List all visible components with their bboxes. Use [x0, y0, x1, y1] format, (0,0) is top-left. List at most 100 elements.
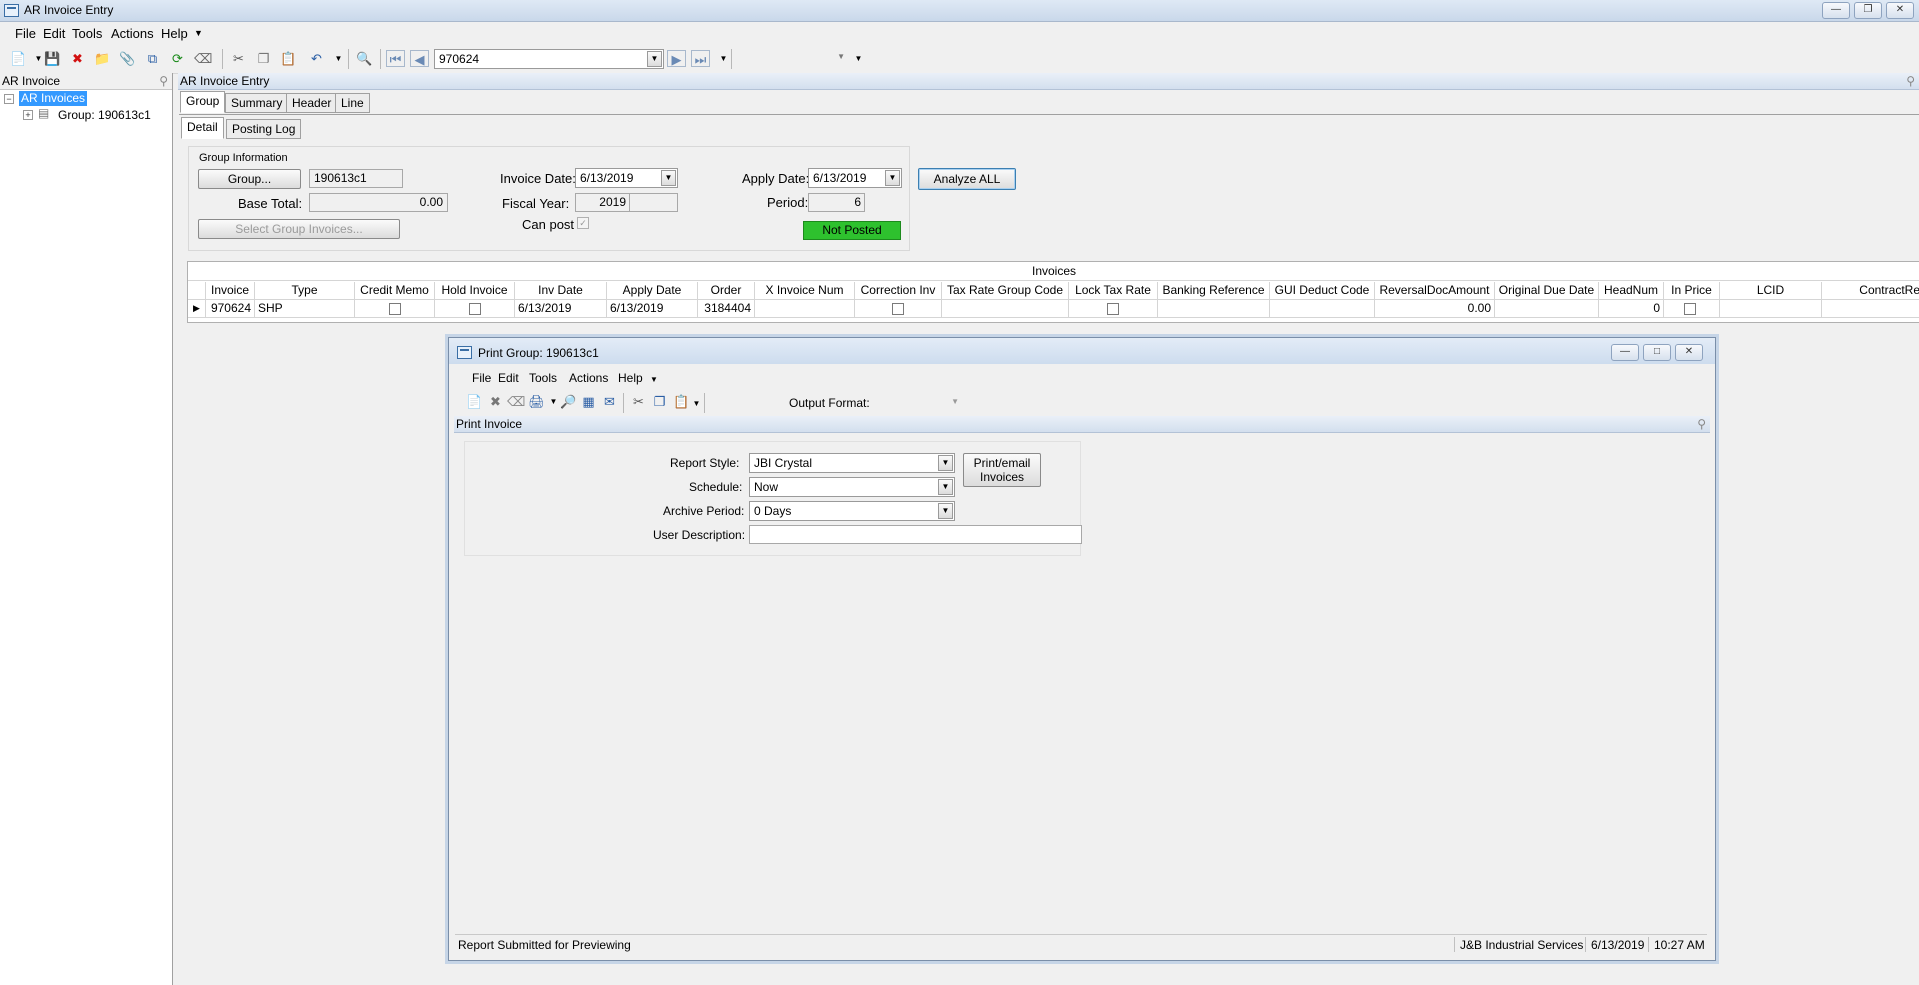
previous-record-icon[interactable]: ◀	[410, 50, 429, 67]
menu-overflow-icon[interactable]: ▼	[194, 28, 203, 38]
expand-icon[interactable]: +	[23, 110, 33, 120]
col-credit-memo[interactable]: Credit Memo	[355, 282, 435, 300]
toolbar-overflow-icon[interactable]: ▼	[850, 50, 867, 67]
delete-icon[interactable]: ✖	[69, 50, 86, 67]
dialog-menu-overflow-icon[interactable]: ▼	[650, 375, 658, 384]
chevron-down-icon[interactable]: ▼	[885, 170, 900, 186]
lock-tax-rate-checkbox[interactable]	[1107, 303, 1119, 315]
tab-group[interactable]: Group	[180, 91, 226, 113]
secondary-combo[interactable]: ▼	[737, 49, 849, 67]
col-banking-reference[interactable]: Banking Reference	[1158, 282, 1270, 300]
correction-inv-checkbox[interactable]	[892, 303, 904, 315]
next-record-icon[interactable]: ▶	[667, 50, 686, 67]
menu-help[interactable]: Help	[161, 26, 188, 41]
dialog-menu-file[interactable]: File	[472, 371, 491, 385]
cell-reversal-doc-amount[interactable]: 0.00	[1375, 300, 1495, 318]
record-key-combo[interactable]: 970624 ▼	[434, 49, 664, 69]
collapse-icon[interactable]: −	[4, 94, 14, 104]
new-icon[interactable]: 📄	[10, 50, 27, 67]
col-contract-ref[interactable]: ContractRe	[1822, 282, 1919, 300]
cut-icon[interactable]: ✂	[230, 50, 247, 67]
col-invoice[interactable]: Invoice	[206, 282, 255, 300]
dialog-menu-tools[interactable]: Tools	[529, 371, 557, 385]
chevron-down-icon[interactable]: ▼	[938, 479, 953, 495]
tab-summary[interactable]: Summary	[225, 93, 289, 113]
col-original-due-date[interactable]: Original Due Date	[1495, 282, 1599, 300]
chevron-down-icon[interactable]: ▼	[661, 170, 676, 186]
col-gui-deduct-code[interactable]: GUI Deduct Code	[1270, 282, 1375, 300]
cell-invoice[interactable]: 970624	[206, 300, 255, 318]
tree-root-ar-invoices[interactable]: AR Invoices	[19, 91, 88, 106]
chevron-down-icon[interactable]: ▼	[837, 52, 845, 61]
dialog-minimize-button[interactable]: —	[1611, 344, 1639, 361]
pin-icon[interactable]: ⚲	[159, 73, 168, 89]
paste-icon[interactable]: 📋	[280, 50, 297, 67]
dialog-maximize-button[interactable]: □	[1643, 344, 1671, 361]
print-preview-icon[interactable]: 🔎	[560, 393, 577, 410]
undo-dropdown-icon[interactable]: ▼	[330, 50, 347, 67]
chevron-down-icon[interactable]: ▼	[938, 455, 953, 471]
apply-date-picker[interactable]: 6/13/2019 ▼	[808, 168, 902, 188]
undo-icon[interactable]: ↶	[308, 50, 325, 67]
cell-order[interactable]: 3184404	[698, 300, 755, 318]
menu-tools[interactable]: Tools	[72, 26, 102, 41]
copy-record-icon[interactable]: ⧉	[144, 50, 161, 67]
printer-icon[interactable]: 🖨	[528, 393, 545, 410]
pin-icon[interactable]: ⚲	[1697, 416, 1706, 432]
restore-button[interactable]: ❐	[1854, 2, 1882, 19]
generate-icon[interactable]: ▦	[580, 393, 597, 410]
dialog-clear-icon[interactable]: ⌫	[507, 393, 525, 410]
archive-period-combo[interactable]: 0 Days ▼	[749, 501, 955, 521]
col-head-num[interactable]: HeadNum	[1599, 282, 1664, 300]
col-tax-rate-group-code[interactable]: Tax Rate Group Code	[942, 282, 1069, 300]
copy-icon[interactable]: ❐	[255, 50, 272, 67]
tab-header[interactable]: Header	[286, 93, 338, 113]
cell-in-price[interactable]	[1664, 300, 1720, 318]
row-selector-icon[interactable]: ▶	[188, 300, 206, 318]
chevron-down-icon[interactable]: ▼	[951, 397, 959, 406]
cell-correction-inv[interactable]	[855, 300, 942, 318]
analyze-all-button[interactable]: Analyze ALL	[918, 168, 1016, 190]
col-x-invoice-num[interactable]: X Invoice Num	[755, 282, 855, 300]
col-reversal-doc-amount[interactable]: ReversalDocAmount	[1375, 282, 1495, 300]
dialog-close-button[interactable]: ✕	[1675, 344, 1703, 361]
menu-file[interactable]: File	[15, 26, 36, 41]
save-icon[interactable]: 💾	[44, 50, 61, 67]
folder-icon[interactable]: 📁	[94, 50, 111, 67]
cell-credit-memo[interactable]	[355, 300, 435, 318]
chevron-down-icon[interactable]: ▼	[647, 51, 662, 67]
dialog-paste-dropdown-icon[interactable]: ▼	[688, 395, 705, 412]
cell-apply-date[interactable]: 6/13/2019	[607, 300, 698, 318]
dialog-copy-icon[interactable]: ❐	[651, 393, 668, 410]
last-record-icon[interactable]: ⏭	[691, 50, 710, 67]
col-apply-date[interactable]: Apply Date	[607, 282, 698, 300]
cell-banking-reference[interactable]	[1158, 300, 1270, 318]
col-hold-invoice[interactable]: Hold Invoice	[435, 282, 515, 300]
col-type[interactable]: Type	[255, 282, 355, 300]
col-in-price[interactable]: In Price	[1664, 282, 1720, 300]
tab-posting-log[interactable]: Posting Log	[226, 119, 302, 139]
report-style-combo[interactable]: JBI Crystal ▼	[749, 453, 955, 473]
menu-edit[interactable]: Edit	[43, 26, 65, 41]
menu-actions[interactable]: Actions	[111, 26, 154, 41]
refresh-icon[interactable]: ⟳	[169, 50, 186, 67]
hold-invoice-checkbox[interactable]	[469, 303, 481, 315]
col-lock-tax-rate[interactable]: Lock Tax Rate	[1069, 282, 1158, 300]
pin-icon[interactable]: ⚲	[1906, 73, 1915, 89]
cell-inv-date[interactable]: 6/13/2019	[515, 300, 607, 318]
select-group-invoices-button[interactable]: Select Group Invoices...	[198, 219, 400, 239]
output-format-combo[interactable]: ▼	[867, 393, 963, 411]
col-order[interactable]: Order	[698, 282, 755, 300]
cell-head-num[interactable]: 0	[1599, 300, 1664, 318]
print-email-invoices-button[interactable]: Print/email Invoices	[963, 453, 1041, 487]
dialog-new-icon[interactable]: 📄	[466, 393, 483, 410]
user-description-field[interactable]	[749, 525, 1082, 544]
tab-line[interactable]: Line	[335, 93, 370, 113]
search-icon[interactable]: 🔍	[356, 50, 373, 67]
chevron-down-icon[interactable]: ▼	[938, 503, 953, 519]
cell-original-due-date[interactable]	[1495, 300, 1599, 318]
email-icon[interactable]: ✉	[601, 393, 618, 410]
dialog-menu-actions[interactable]: Actions	[569, 371, 608, 385]
dialog-delete-icon[interactable]: ✖	[487, 393, 504, 410]
cell-hold-invoice[interactable]	[435, 300, 515, 318]
